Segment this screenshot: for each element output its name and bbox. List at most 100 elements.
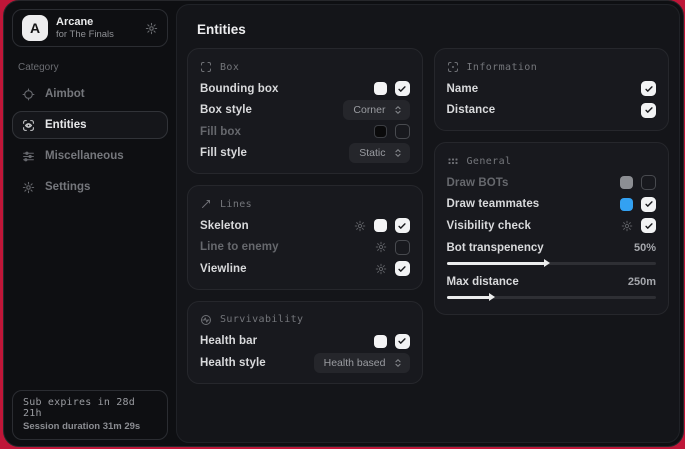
main-panel: Entities Box Bounding box — [176, 4, 680, 443]
visibility-check-checkbox[interactable] — [641, 218, 656, 233]
gear-icon[interactable] — [375, 263, 387, 275]
setting-row: Viewline — [200, 258, 410, 280]
distance-checkbox[interactable] — [641, 103, 656, 118]
overlay-window: A Arcane for The Finals Category Aimbot — [3, 0, 684, 447]
section-title: Lines — [220, 199, 252, 210]
setting-label: Box style — [200, 104, 343, 116]
name-checkbox[interactable] — [641, 81, 656, 96]
max-distance-setting: Max distance 250m — [447, 271, 657, 305]
skeleton-color-swatch[interactable] — [374, 219, 387, 232]
slider-value: 50% — [634, 242, 656, 254]
box-corners-icon — [200, 61, 212, 73]
bot-transparency-setting: Bot transpenency 50% — [447, 237, 657, 271]
scan-icon — [447, 61, 459, 73]
fill-box-checkbox[interactable] — [395, 124, 410, 139]
chevrons-up-down-icon — [393, 148, 403, 158]
general-card: General Draw BOTs Draw teammates — [434, 142, 670, 315]
draw-bots-checkbox[interactable] — [641, 175, 656, 190]
setting-row: Fill box — [200, 121, 410, 143]
sidebar-item-label: Aimbot — [45, 88, 85, 100]
right-column: Information Name Distance — [434, 48, 670, 384]
select-value: Corner — [353, 104, 385, 116]
draw-teammates-color-swatch[interactable] — [620, 198, 633, 211]
information-card-header: Information — [447, 53, 657, 78]
app-subtitle: for The Finals — [56, 29, 114, 41]
fill-box-color-swatch[interactable] — [374, 125, 387, 138]
health-style-select[interactable]: Health based — [314, 353, 410, 373]
setting-row: Visibility check — [447, 215, 657, 237]
gear-icon[interactable] — [354, 220, 366, 232]
setting-row: Fill style Static — [200, 143, 410, 165]
skeleton-checkbox[interactable] — [395, 218, 410, 233]
health-bar-color-swatch[interactable] — [374, 335, 387, 348]
fill-style-select[interactable]: Static — [349, 143, 409, 163]
gear-icon[interactable] — [621, 220, 633, 232]
sidebar: A Arcane for The Finals Category Aimbot — [4, 1, 176, 446]
left-column: Box Bounding box Box style Corner — [187, 48, 423, 384]
max-distance-slider[interactable] — [447, 296, 657, 299]
sidebar-item-entities[interactable]: Entities — [12, 111, 168, 139]
sub-expiry-text: Sub expires in 28d 21h — [23, 397, 157, 419]
setting-label: Draw teammates — [447, 198, 621, 210]
setting-label: Skeleton — [200, 220, 354, 232]
select-value: Health based — [324, 357, 386, 369]
sidebar-item-aimbot[interactable]: Aimbot — [12, 80, 168, 108]
sidebar-item-label: Settings — [45, 181, 90, 193]
crosshair-icon — [22, 88, 35, 101]
setting-label: Bounding box — [200, 83, 374, 95]
session-duration-text: Session duration 31m 29s — [23, 421, 157, 432]
setting-label: Distance — [447, 104, 642, 116]
survivability-card-header: Survivability — [200, 306, 410, 331]
viewline-checkbox[interactable] — [395, 261, 410, 276]
health-bar-checkbox[interactable] — [395, 334, 410, 349]
draw-teammates-checkbox[interactable] — [641, 197, 656, 212]
pulse-icon — [200, 314, 212, 326]
sidebar-item-label: Miscellaneous — [45, 150, 124, 162]
setting-label: Name — [447, 83, 642, 95]
setting-row: Bounding box — [200, 78, 410, 100]
gear-icon — [22, 181, 35, 194]
information-card: Information Name Distance — [434, 48, 670, 131]
scan-eye-icon — [22, 119, 35, 132]
bounding-box-color-swatch[interactable] — [374, 82, 387, 95]
app-title-block: Arcane for The Finals — [56, 16, 114, 41]
general-card-header: General — [447, 147, 657, 172]
setting-row: Skeleton — [200, 215, 410, 237]
section-title: General — [467, 156, 512, 167]
setting-row: Line to enemy — [200, 237, 410, 259]
box-card: Box Bounding box Box style Corner — [187, 48, 423, 174]
gear-icon[interactable] — [145, 22, 158, 35]
page-title: Entities — [177, 5, 679, 48]
setting-label: Bot transpenency — [447, 242, 634, 254]
setting-row: Draw BOTs — [447, 172, 657, 194]
slider-fill — [447, 262, 545, 265]
bounding-box-checkbox[interactable] — [395, 81, 410, 96]
category-label: Category — [18, 62, 164, 73]
box-card-header: Box — [200, 53, 410, 78]
setting-row: Name — [447, 78, 657, 100]
setting-row: Health bar — [200, 331, 410, 353]
setting-label: Fill box — [200, 126, 374, 138]
line-to-enemy-checkbox[interactable] — [395, 240, 410, 255]
section-title: Box — [220, 62, 239, 73]
app-header-card: A Arcane for The Finals — [12, 9, 168, 47]
setting-label: Fill style — [200, 147, 349, 159]
setting-label: Line to enemy — [200, 241, 375, 253]
sidebar-item-miscellaneous[interactable]: Miscellaneous — [12, 142, 168, 170]
sidebar-nav: Aimbot Entities Miscellaneous Settings — [12, 80, 168, 201]
sidebar-item-settings[interactable]: Settings — [12, 173, 168, 201]
chevrons-up-down-icon — [393, 105, 403, 115]
bot-transparency-slider[interactable] — [447, 262, 657, 265]
setting-row: Box style Corner — [200, 100, 410, 122]
grid-dots-icon — [447, 155, 459, 167]
lines-card-header: Lines — [200, 190, 410, 215]
draw-bots-color-swatch[interactable] — [620, 176, 633, 189]
gear-icon[interactable] — [375, 241, 387, 253]
setting-label: Max distance — [447, 276, 628, 288]
slider-fill — [447, 296, 491, 299]
diagonal-line-icon — [200, 198, 212, 210]
box-style-select[interactable]: Corner — [343, 100, 409, 120]
setting-label: Draw BOTs — [447, 177, 621, 189]
sidebar-item-label: Entities — [45, 119, 87, 131]
section-title: Survivability — [220, 314, 303, 325]
